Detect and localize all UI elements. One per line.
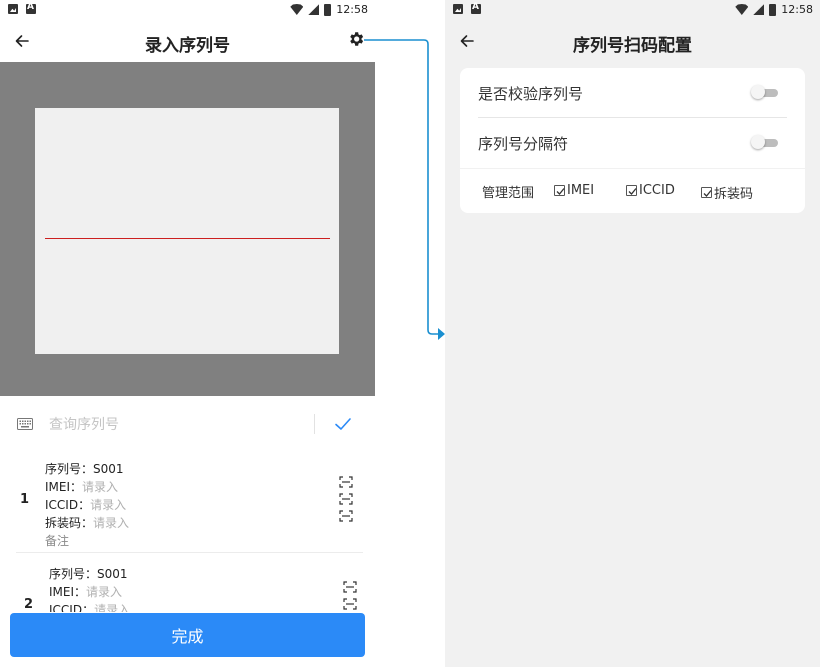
app-notification-icon bbox=[471, 2, 481, 14]
unpack-code-checkbox[interactable]: 拆装码 bbox=[701, 183, 753, 202]
serial-value: S001 bbox=[97, 567, 128, 581]
wifi-icon bbox=[290, 4, 304, 15]
management-range-row: 管理范围 IMEI ICCID 拆装码 bbox=[460, 168, 805, 213]
serial-separator-toggle[interactable] bbox=[751, 135, 778, 149]
imei-placeholder: 请录入 bbox=[86, 585, 123, 599]
setting-validate-serial: 是否校验序列号 bbox=[478, 68, 787, 118]
gallery-notification-icon bbox=[453, 4, 463, 14]
scan-icon[interactable] bbox=[343, 598, 357, 610]
scan-icon[interactable] bbox=[339, 476, 353, 488]
scan-icon[interactable] bbox=[343, 581, 357, 593]
note-field[interactable]: 备注 bbox=[45, 532, 129, 550]
status-bar: 12:58 bbox=[445, 0, 820, 20]
unpack-code-field[interactable]: 拆装码：请录入 bbox=[45, 514, 129, 532]
app-bar: 序列号扫码配置 bbox=[445, 20, 820, 62]
serial-entry-screen: 12:58 录入序列号 1 bbox=[0, 0, 375, 667]
imei-field[interactable]: IMEI：请录入 bbox=[49, 583, 130, 601]
camera-scan-area bbox=[0, 62, 375, 396]
gallery-notification-icon bbox=[8, 4, 18, 14]
serial-list: 1 序列号：S001 IMEI：请录入 ICCID：请录入 拆装码：请录入 备注… bbox=[0, 452, 375, 612]
page-title: 序列号扫码配置 bbox=[573, 36, 692, 56]
range-label: 管理范围 bbox=[482, 186, 535, 201]
app-bar: 录入序列号 bbox=[0, 20, 375, 62]
imei-placeholder: 请录入 bbox=[82, 480, 119, 494]
list-item: 1 序列号：S001 IMEI：请录入 ICCID：请录入 拆装码：请录入 备注 bbox=[0, 452, 375, 553]
item-index: 2 bbox=[24, 597, 34, 612]
battery-icon bbox=[324, 3, 332, 16]
scan-config-screen: 12:58 序列号扫码配置 是否校验序列号 序列号分隔符 管理范围 bbox=[445, 0, 820, 667]
signal-icon bbox=[308, 4, 320, 15]
wifi-icon bbox=[735, 4, 749, 15]
battery-icon bbox=[769, 3, 777, 16]
app-notification-icon bbox=[26, 2, 36, 14]
imei-field[interactable]: IMEI：请录入 bbox=[45, 478, 129, 496]
scan-line bbox=[45, 238, 330, 239]
item-index: 1 bbox=[20, 492, 30, 507]
scan-frame bbox=[35, 108, 339, 354]
page-title: 录入序列号 bbox=[145, 36, 230, 56]
search-bar bbox=[0, 404, 375, 444]
list-item: 2 序列号：S001 IMEI：请录入 ICCID：请录入 bbox=[0, 553, 375, 612]
scan-icon[interactable] bbox=[339, 493, 353, 505]
check-icon[interactable] bbox=[334, 416, 352, 432]
search-divider bbox=[314, 414, 315, 434]
keyboard-icon[interactable] bbox=[17, 418, 33, 430]
iccid-field[interactable]: ICCID：请录入 bbox=[49, 601, 130, 612]
iccid-placeholder: 请录入 bbox=[90, 498, 127, 512]
iccid-field[interactable]: ICCID：请录入 bbox=[45, 496, 129, 514]
setting-serial-separator: 序列号分隔符 bbox=[478, 118, 787, 168]
settings-card: 是否校验序列号 序列号分隔符 管理范围 IMEI ICCID 拆装码 bbox=[460, 68, 805, 213]
iccid-checkbox[interactable]: ICCID bbox=[626, 183, 675, 198]
validate-serial-toggle[interactable] bbox=[751, 85, 778, 99]
status-clock: 12:58 bbox=[781, 3, 813, 16]
serial-label: 序列号： bbox=[45, 462, 94, 476]
gear-icon[interactable] bbox=[347, 30, 365, 48]
done-button[interactable]: 完成 bbox=[10, 613, 365, 657]
serial-search-input[interactable] bbox=[49, 412, 299, 438]
serial-label: 序列号： bbox=[49, 567, 98, 581]
signal-icon bbox=[753, 4, 765, 15]
status-clock: 12:58 bbox=[336, 3, 368, 16]
scan-icon[interactable] bbox=[339, 510, 353, 522]
setting-label: 序列号分隔符 bbox=[478, 135, 569, 153]
imei-checkbox[interactable]: IMEI bbox=[554, 183, 594, 198]
setting-label: 是否校验序列号 bbox=[478, 85, 584, 103]
serial-value: S001 bbox=[93, 462, 124, 476]
iccid-placeholder: 请录入 bbox=[94, 603, 131, 612]
unpack-code-placeholder: 请录入 bbox=[93, 516, 130, 530]
status-bar: 12:58 bbox=[0, 0, 375, 20]
